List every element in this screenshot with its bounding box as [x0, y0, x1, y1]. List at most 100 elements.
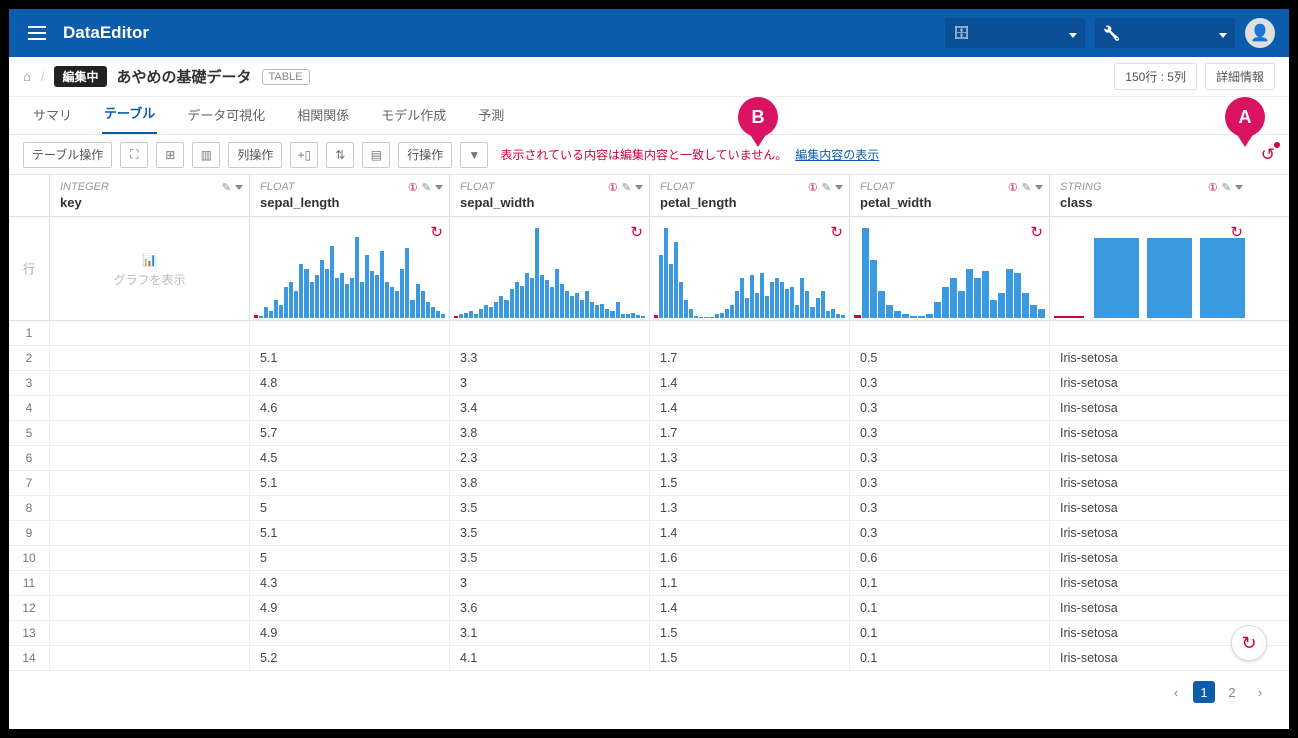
col-ops-button[interactable]: 列操作	[228, 142, 282, 168]
table-row[interactable]: 853.51.30.3Iris-setosa	[9, 496, 1289, 521]
cell-sepal-length[interactable]: 4.3	[249, 571, 449, 595]
split-icon[interactable]: ▥	[192, 142, 220, 168]
cell-sepal-length[interactable]	[249, 321, 449, 345]
cell-sepal-width[interactable]: 3.8	[449, 421, 649, 445]
table-row[interactable]: 145.24.11.50.1Iris-setosa	[9, 646, 1289, 671]
cell-key[interactable]	[49, 421, 249, 445]
edit-icon[interactable]	[822, 181, 831, 194]
cell-sepal-width[interactable]: 3.4	[449, 396, 649, 420]
cell-sepal-width[interactable]: 3.5	[449, 546, 649, 570]
cell-key[interactable]	[49, 571, 249, 595]
table-row[interactable]: 44.63.41.40.3Iris-setosa	[9, 396, 1289, 421]
cell-petal-width[interactable]: 0.3	[849, 396, 1049, 420]
cell-key[interactable]	[49, 621, 249, 645]
cell-petal-length[interactable]: 1.7	[649, 346, 849, 370]
cell-sepal-width[interactable]: 3	[449, 571, 649, 595]
cell-sepal-width[interactable]	[449, 321, 649, 345]
chevron-down-icon[interactable]	[835, 185, 843, 190]
cell-key[interactable]	[49, 521, 249, 545]
table-row[interactable]: 1	[9, 321, 1289, 346]
cell-key[interactable]	[49, 596, 249, 620]
cell-petal-width[interactable]: 0.1	[849, 646, 1049, 670]
tool-selector[interactable]	[1095, 18, 1235, 48]
cell-petal-length[interactable]: 1.4	[649, 521, 849, 545]
history-icon[interactable]: ↺	[1261, 145, 1275, 165]
filter-icon[interactable]: ▼	[460, 142, 488, 168]
cell-sepal-width[interactable]: 3.8	[449, 471, 649, 495]
cell-petal-length[interactable]: 1.4	[649, 371, 849, 395]
cell-class[interactable]: Iris-setosa	[1049, 646, 1249, 670]
pager-page-2[interactable]: 2	[1221, 681, 1243, 703]
cell-sepal-length[interactable]: 4.6	[249, 396, 449, 420]
cell-sepal-length[interactable]: 4.9	[249, 596, 449, 620]
cell-sepal-width[interactable]: 3	[449, 371, 649, 395]
cell-petal-width[interactable]	[849, 321, 1049, 345]
user-avatar[interactable]: 👤	[1245, 18, 1275, 48]
cell-sepal-length[interactable]: 5.1	[249, 346, 449, 370]
tab-table[interactable]: テーブル	[102, 103, 157, 134]
tab-predict[interactable]: 予測	[476, 105, 506, 134]
cell-petal-width[interactable]: 0.3	[849, 446, 1049, 470]
table-row[interactable]: 114.331.10.1Iris-setosa	[9, 571, 1289, 596]
cell-class[interactable]: Iris-setosa	[1049, 571, 1249, 595]
cell-key[interactable]	[49, 646, 249, 670]
table-row[interactable]: 1053.51.60.6Iris-setosa	[9, 546, 1289, 571]
cell-petal-width[interactable]: 0.3	[849, 496, 1049, 520]
cell-key[interactable]	[49, 546, 249, 570]
dataset-selector[interactable]	[945, 18, 1085, 48]
cell-key[interactable]	[49, 371, 249, 395]
cell-sepal-length[interactable]: 4.8	[249, 371, 449, 395]
home-icon[interactable]: ⌂	[23, 69, 31, 84]
cell-sepal-width[interactable]: 3.5	[449, 496, 649, 520]
tab-visualization[interactable]: データ可視化	[185, 105, 267, 134]
chevron-down-icon[interactable]	[435, 185, 443, 190]
edit-icon[interactable]	[1222, 181, 1231, 194]
table-ops-button[interactable]: テーブル操作	[23, 142, 112, 168]
tab-correlation[interactable]: 相関関係	[295, 105, 351, 134]
cell-class[interactable]: Iris-setosa	[1049, 496, 1249, 520]
cell-key[interactable]	[49, 446, 249, 470]
cell-key[interactable]	[49, 321, 249, 345]
cell-petal-length[interactable]: 1.4	[649, 396, 849, 420]
cell-petal-length[interactable]: 1.5	[649, 646, 849, 670]
table-row[interactable]: 55.73.81.70.3Iris-setosa	[9, 421, 1289, 446]
cell-class[interactable]	[1049, 321, 1249, 345]
cell-petal-length[interactable]: 1.5	[649, 621, 849, 645]
cell-sepal-length[interactable]: 5.1	[249, 471, 449, 495]
menu-button[interactable]	[23, 19, 51, 47]
cell-class[interactable]: Iris-setosa	[1049, 346, 1249, 370]
edit-icon[interactable]	[222, 181, 231, 194]
edit-icon[interactable]	[622, 181, 631, 194]
sort-icon[interactable]: ⇅	[326, 142, 354, 168]
col-header-class[interactable]: STRING class ①	[1049, 175, 1249, 216]
cell-petal-length[interactable]: 1.7	[649, 421, 849, 445]
cell-petal-length[interactable]: 1.6	[649, 546, 849, 570]
col-header-petal-width[interactable]: FLOAT petal_width ①	[849, 175, 1049, 216]
cell-petal-width[interactable]: 0.1	[849, 596, 1049, 620]
cell-sepal-length[interactable]: 4.9	[249, 621, 449, 645]
table-row[interactable]: 95.13.51.40.3Iris-setosa	[9, 521, 1289, 546]
table-row[interactable]: 134.93.11.50.1Iris-setosa	[9, 621, 1289, 646]
cell-key[interactable]	[49, 471, 249, 495]
pager-page-1[interactable]: 1	[1193, 681, 1215, 703]
cell-key[interactable]	[49, 346, 249, 370]
detail-button[interactable]: 詳細情報	[1205, 63, 1275, 90]
chevron-down-icon[interactable]	[635, 185, 643, 190]
table-row[interactable]: 124.93.61.40.1Iris-setosa	[9, 596, 1289, 621]
cell-petal-length[interactable]: 1.1	[649, 571, 849, 595]
add-col-icon[interactable]: +▯	[290, 142, 318, 168]
pager-next[interactable]: ›	[1249, 681, 1271, 703]
cell-class[interactable]: Iris-setosa	[1049, 446, 1249, 470]
cell-class[interactable]: Iris-setosa	[1049, 621, 1249, 645]
cell-sepal-width[interactable]: 4.1	[449, 646, 649, 670]
cell-sepal-width[interactable]: 3.6	[449, 596, 649, 620]
cell-petal-width[interactable]: 0.5	[849, 346, 1049, 370]
cell-sepal-length[interactable]: 4.5	[249, 446, 449, 470]
cell-petal-length[interactable]	[649, 321, 849, 345]
cell-petal-length[interactable]: 1.3	[649, 446, 849, 470]
col-header-sepal-length[interactable]: FLOAT sepal_length ①	[249, 175, 449, 216]
cell-petal-width[interactable]: 0.3	[849, 521, 1049, 545]
col-header-sepal-width[interactable]: FLOAT sepal_width ①	[449, 175, 649, 216]
cell-petal-width[interactable]: 0.6	[849, 546, 1049, 570]
cell-key[interactable]	[49, 496, 249, 520]
